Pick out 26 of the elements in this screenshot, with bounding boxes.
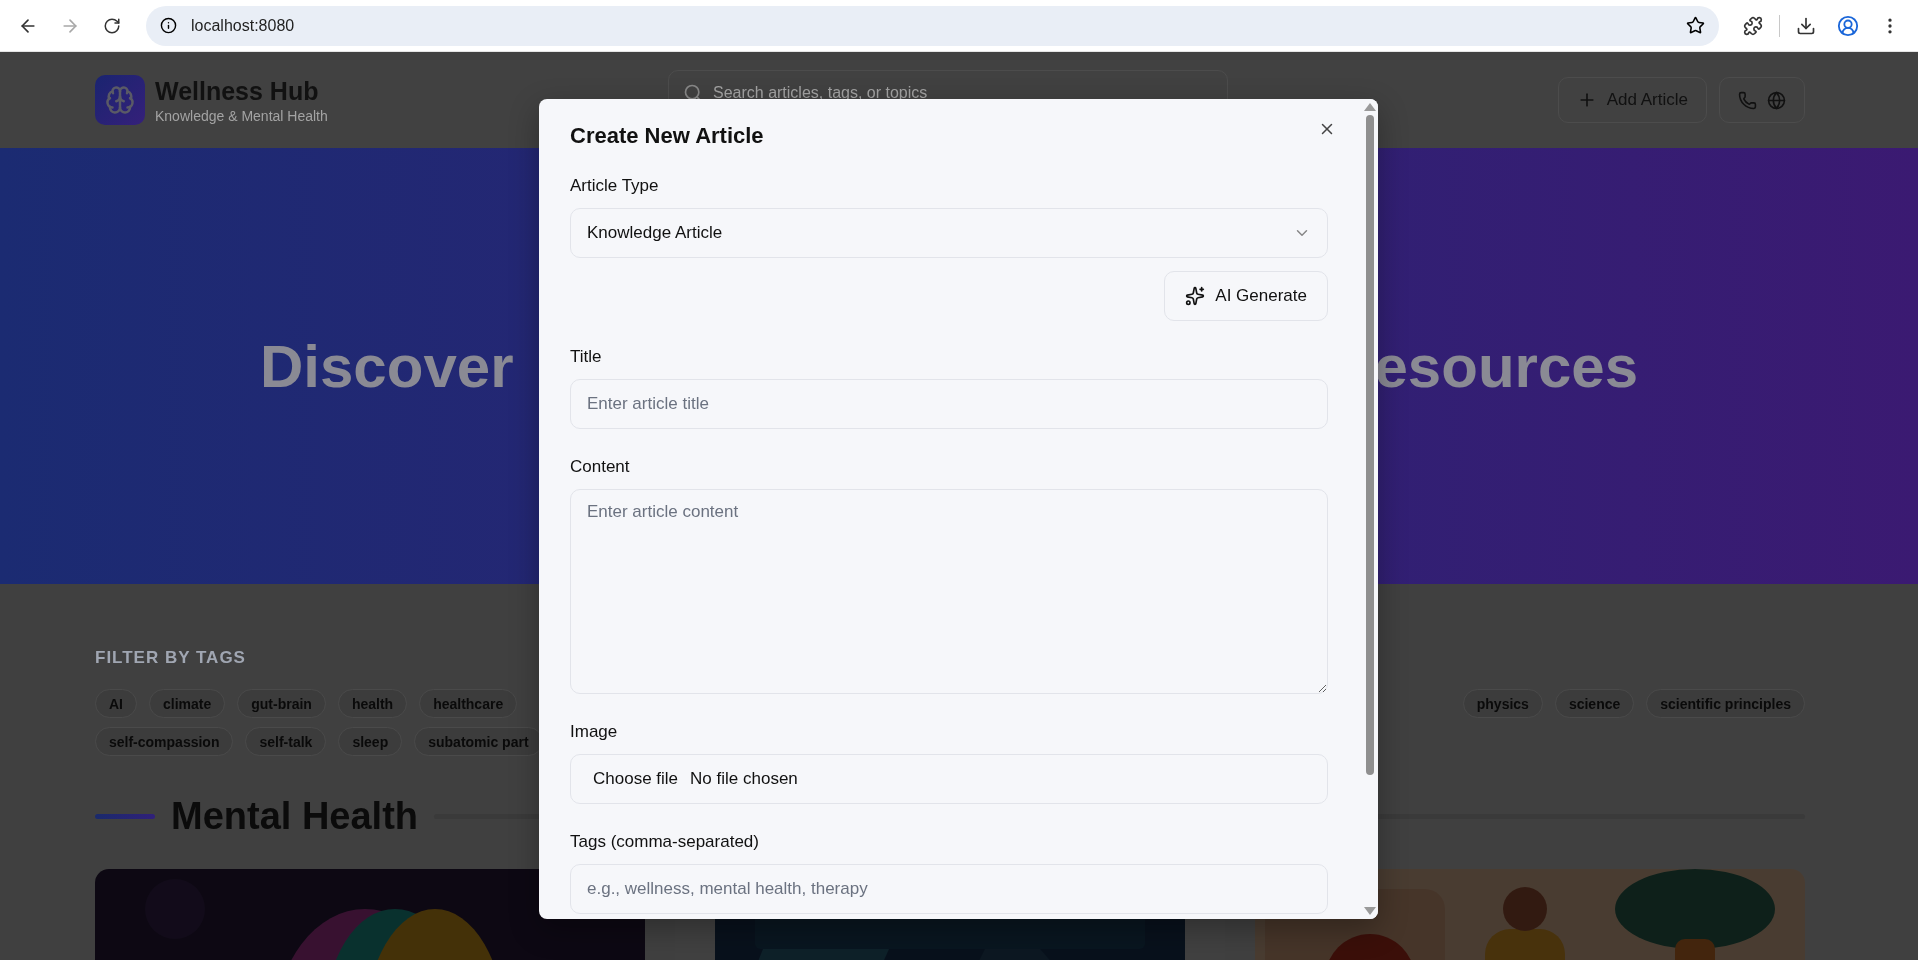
article-type-select[interactable]: Knowledge Article bbox=[570, 208, 1328, 258]
file-status: No file chosen bbox=[690, 769, 798, 789]
site-subtitle: Knowledge & Mental Health bbox=[155, 107, 328, 124]
content-textarea[interactable]: Enter article content bbox=[570, 489, 1328, 694]
address-bar[interactable]: localhost:8080 bbox=[146, 5, 1719, 46]
field-label: Content bbox=[570, 457, 631, 477]
sparkles-icon bbox=[1185, 286, 1206, 306]
hero-title: Discover bbox=[260, 331, 514, 401]
scrollbar[interactable] bbox=[1362, 99, 1378, 919]
globe-icon bbox=[1767, 90, 1786, 110]
dialog-title: Create New Article bbox=[570, 123, 765, 149]
filter-heading: FILTER BY TAGS bbox=[95, 648, 247, 668]
ai-generate-button[interactable]: AI Generate bbox=[1164, 271, 1328, 321]
text-input-field[interactable]: e.g., wellness, mental health, therapy bbox=[570, 864, 1328, 914]
field-label: Image bbox=[570, 722, 619, 742]
star-icon[interactable] bbox=[1686, 16, 1705, 35]
field-label: Tags (comma-separated) bbox=[570, 832, 760, 852]
phone-icon bbox=[1738, 90, 1757, 110]
text-input-field[interactable]: Enter article title bbox=[570, 379, 1328, 429]
url-text: localhost:8080 bbox=[191, 16, 296, 35]
field-label: Article Type bbox=[570, 176, 660, 196]
choose-file-button[interactable]: Choose file bbox=[587, 769, 691, 789]
field-label: Title bbox=[570, 347, 603, 367]
brain-logo-icon bbox=[95, 75, 145, 125]
info-icon[interactable] bbox=[160, 17, 177, 34]
hero-title: esources bbox=[1374, 331, 1638, 401]
